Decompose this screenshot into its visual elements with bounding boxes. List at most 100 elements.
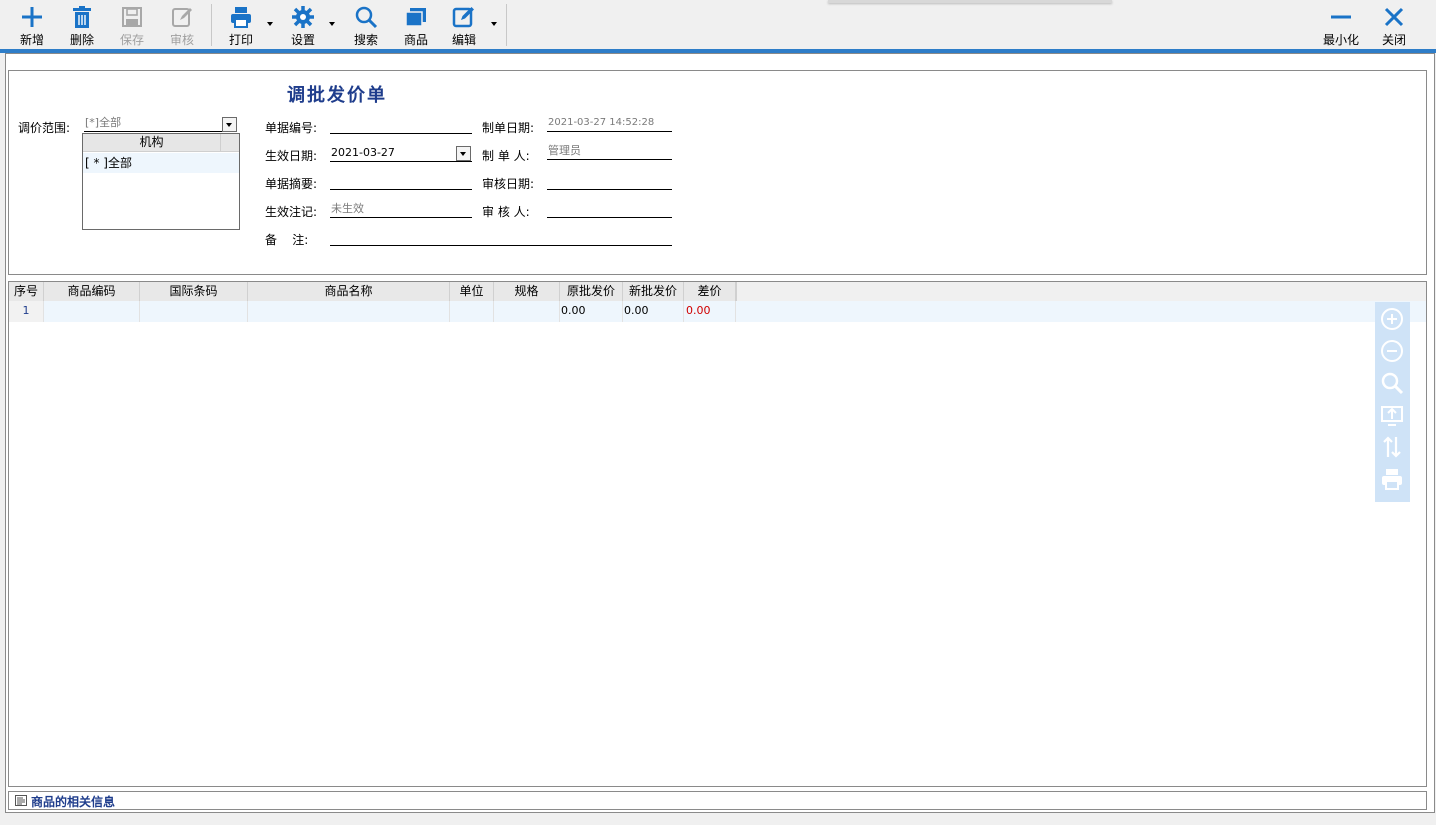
goods-info-label: 商品的相关信息 (31, 795, 116, 809)
scope-select[interactable]: [*]全部 (84, 115, 237, 132)
col-header-unit[interactable]: 单位 (450, 282, 494, 301)
remark-label: 备 注: (265, 233, 309, 247)
search-label: 搜索 (353, 33, 378, 47)
info-doc-icon (15, 795, 27, 806)
goods-info-bar[interactable]: 商品的相关信息 (8, 791, 1427, 810)
summary-field[interactable] (330, 173, 472, 190)
close-label: 关闭 (1381, 33, 1406, 47)
scope-label: 调价范围: (18, 121, 71, 135)
col-header-name[interactable]: 商品名称 (248, 282, 450, 301)
table-row[interactable]: 1 0.00 0.00 0.00 (9, 301, 1426, 322)
cell-seq: 1 (9, 301, 44, 322)
print-icon[interactable] (1380, 467, 1404, 491)
search-icon[interactable] (1380, 371, 1404, 395)
col-header-diff[interactable]: 差价 (684, 282, 736, 301)
cell-old-price[interactable]: 0.00 (560, 301, 623, 322)
remark-field[interactable] (330, 229, 672, 246)
print-button[interactable]: 打印 (221, 0, 261, 49)
close-icon (1384, 7, 1404, 27)
add-label: 新增 (19, 33, 44, 47)
settings-dropdown-caret[interactable] (329, 22, 335, 26)
settings-label: 设置 (290, 33, 315, 47)
audit-icon (172, 8, 192, 27)
settings-button[interactable]: 设置 (283, 0, 323, 49)
auditor-field (547, 201, 672, 218)
print-label: 打印 (228, 33, 253, 47)
zoom-out-icon[interactable] (1380, 339, 1404, 363)
grid-header: 序号 商品编码 国际条码 商品名称 单位 规格 原批发价 新批发价 差价 (9, 282, 1426, 301)
trash-icon (73, 6, 91, 28)
save-button[interactable]: 保存 (112, 0, 152, 49)
col-header-old-price[interactable]: 原批发价 (560, 282, 623, 301)
scope-dropdown-button[interactable] (222, 117, 237, 132)
goods-icon (405, 8, 426, 27)
search-icon (355, 6, 378, 29)
col-header-code[interactable]: 商品编码 (44, 282, 140, 301)
edit-icon (452, 7, 474, 28)
sort-icon[interactable] (1380, 435, 1404, 459)
form-header: 调批发价单 调价范围: [*]全部 机构 [ * ]全部 单据编号: 生效日期:… (8, 70, 1427, 275)
minimize-label: 最小化 (1322, 33, 1359, 47)
cell-code[interactable] (44, 301, 140, 322)
effective-date-dropdown-button[interactable] (456, 146, 471, 161)
col-header-new-price[interactable]: 新批发价 (623, 282, 684, 301)
goods-grid: 序号 商品编码 国际条码 商品名称 单位 规格 原批发价 新批发价 差价 1 0… (8, 281, 1427, 787)
col-header-spec[interactable]: 规格 (494, 282, 560, 301)
audit-date-field (547, 173, 672, 190)
edit-button[interactable]: 编辑 (444, 0, 484, 49)
printer-icon (231, 7, 251, 28)
save-icon (122, 7, 142, 27)
effective-date-field[interactable]: 2021-03-27 (330, 145, 472, 162)
plus-icon (22, 7, 42, 27)
goods-button[interactable]: 商品 (396, 0, 436, 49)
org-dropdown-list: 机构 [ * ]全部 (82, 133, 240, 230)
toolbar-separator (211, 4, 212, 46)
print-dropdown-caret[interactable] (267, 22, 273, 26)
toolbar-separator (506, 4, 507, 46)
doc-no-label: 单据编号: (265, 121, 318, 135)
org-option-all[interactable]: [ * ]全部 (83, 153, 239, 173)
document-window: 调批发价单 调价范围: [*]全部 机构 [ * ]全部 单据编号: 生效日期:… (5, 53, 1435, 813)
gear-icon (292, 6, 314, 28)
cell-barcode[interactable] (140, 301, 248, 322)
cell-diff: 0.00 (684, 301, 736, 322)
delete-label: 删除 (69, 33, 94, 47)
org-column-header-blank (220, 134, 239, 152)
cell-unit[interactable] (450, 301, 494, 322)
delete-button[interactable]: 删除 (62, 0, 102, 49)
zoom-in-icon[interactable] (1380, 307, 1404, 331)
export-icon[interactable] (1380, 403, 1404, 427)
add-button[interactable]: 新增 (12, 0, 52, 49)
cell-name[interactable] (248, 301, 450, 322)
audit-date-label: 审核日期: (482, 177, 535, 191)
edit-label: 编辑 (451, 33, 476, 47)
form-title: 调批发价单 (287, 85, 387, 106)
cell-new-price[interactable]: 0.00 (623, 301, 684, 322)
toolbar: 新增 删除 保存 审核 打印 设置 搜索 商品 编辑 最小化 关闭 (0, 0, 1436, 49)
creator-label: 制 单 人: (482, 149, 530, 163)
creator-field: 管理员 (547, 143, 672, 160)
summary-label: 单据摘要: (265, 177, 318, 191)
close-button[interactable]: 关闭 (1374, 0, 1414, 49)
minimize-icon (1331, 15, 1351, 19)
grid-side-toolbar (1375, 302, 1410, 502)
auditor-label: 审 核 人: (482, 205, 530, 219)
create-date-label: 制单日期: (482, 121, 535, 135)
effect-flag-field: 未生效 (330, 201, 472, 218)
org-column-header: 机构 (83, 134, 220, 152)
goods-label: 商品 (403, 33, 428, 47)
audit-label: 审核 (169, 33, 194, 47)
doc-no-field[interactable] (330, 117, 472, 134)
popup-shadow-strip (828, 0, 1112, 3)
col-header-seq[interactable]: 序号 (9, 282, 44, 301)
create-date-field: 2021-03-27 14:52:28 (547, 115, 672, 132)
save-label: 保存 (119, 33, 144, 47)
search-button[interactable]: 搜索 (346, 0, 386, 49)
audit-button[interactable]: 审核 (162, 0, 202, 49)
grid-header-filler (736, 282, 1426, 301)
cell-spec[interactable] (494, 301, 560, 322)
col-header-barcode[interactable]: 国际条码 (140, 282, 248, 301)
minimize-button[interactable]: 最小化 (1318, 0, 1364, 49)
effective-date-label: 生效日期: (265, 149, 318, 163)
edit-dropdown-caret[interactable] (491, 22, 497, 26)
